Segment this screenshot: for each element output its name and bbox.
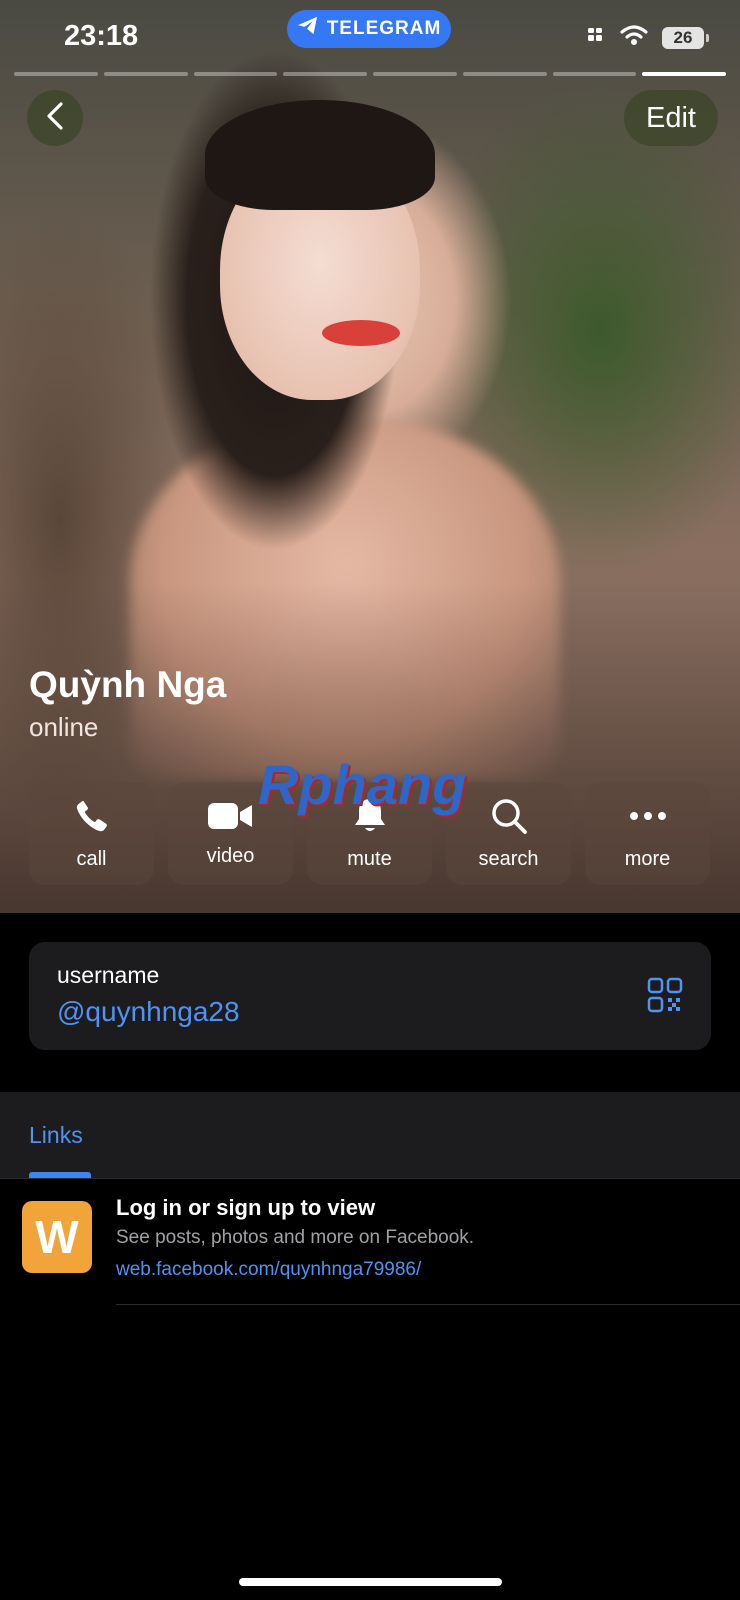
photo-bangs <box>205 100 435 210</box>
username-value[interactable]: @quynhnga28 <box>57 996 240 1028</box>
tab-links[interactable]: Links <box>29 1122 83 1149</box>
profile-name: Quỳnh Nga <box>29 664 227 705</box>
link-separator <box>116 1304 740 1305</box>
more-dots-icon <box>628 797 668 840</box>
phone-icon <box>73 797 111 840</box>
status-icons: 26 <box>588 24 709 51</box>
photo-progress-bar <box>14 72 726 76</box>
link-description: See posts, photos and more on Facebook. <box>116 1227 475 1248</box>
search-icon <box>490 797 528 840</box>
chevron-left-icon <box>45 101 65 136</box>
call-label: call <box>76 847 107 870</box>
telegram-plane-icon <box>297 16 319 42</box>
video-camera-icon <box>207 800 254 837</box>
link-url[interactable]: web.facebook.com/quynhnga79986/ <box>116 1259 421 1281</box>
status-time: 23:18 <box>64 20 139 52</box>
search-label: search <box>478 847 539 870</box>
home-indicator[interactable] <box>239 1578 502 1586</box>
signal-icon <box>588 27 606 48</box>
link-title: Log in or sign up to view <box>116 1195 376 1220</box>
more-button[interactable]: more <box>585 782 710 885</box>
wifi-icon <box>620 24 648 51</box>
link-preview-icon: W <box>22 1201 92 1273</box>
watermark-logo: Rphang <box>258 753 467 816</box>
telegram-pill-label: TELEGRAM <box>326 18 442 39</box>
username-label: username <box>57 962 160 988</box>
edit-button[interactable]: Edit <box>624 90 718 146</box>
more-label: more <box>624 847 671 870</box>
photo-lips <box>322 320 400 346</box>
call-button[interactable]: call <box>29 782 154 885</box>
media-tabs: Links <box>0 1092 740 1178</box>
link-item[interactable]: W Log in or sign up to view See posts, p… <box>0 1179 740 1305</box>
mute-label: mute <box>347 847 392 870</box>
username-card[interactable]: username @quynhnga28 <box>29 942 711 1050</box>
video-label: video <box>206 844 255 867</box>
back-button[interactable] <box>27 90 83 146</box>
telegram-pill[interactable]: TELEGRAM <box>287 10 451 48</box>
profile-status: online <box>29 712 99 742</box>
battery-icon: 26 <box>662 26 709 49</box>
qr-code-icon[interactable] <box>647 977 683 1018</box>
